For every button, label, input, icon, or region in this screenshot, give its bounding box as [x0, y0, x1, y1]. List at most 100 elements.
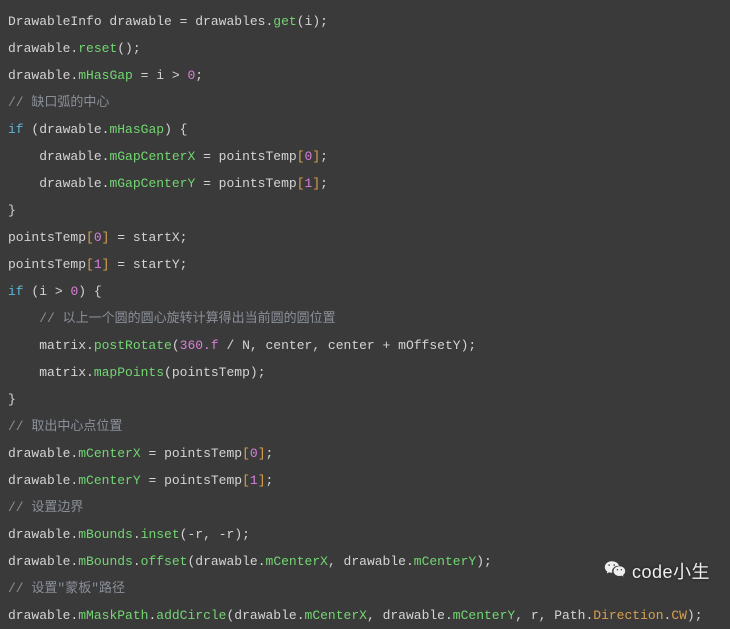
- code-token: ]: [312, 149, 320, 164]
- code-token: >: [55, 284, 71, 299]
- code-token: [: [242, 473, 250, 488]
- code-token: mOffsetY: [398, 338, 460, 353]
- code-token: drawable: [8, 446, 70, 461]
- code-token: [: [297, 149, 305, 164]
- code-token: pointsTemp: [164, 473, 242, 488]
- code-token: ;: [266, 473, 274, 488]
- code-token: DrawableInfo: [8, 14, 109, 29]
- code-token: 0: [94, 230, 102, 245]
- code-token: ): [78, 284, 86, 299]
- code-token: ;: [195, 68, 203, 83]
- watermark: code小生: [604, 559, 710, 586]
- code-token: ): [164, 122, 172, 137]
- code-token: ;: [242, 527, 250, 542]
- code-token: =: [109, 257, 132, 272]
- code-token: mBounds: [78, 527, 133, 542]
- code-token: pointsTemp: [219, 149, 297, 164]
- code-token: ,: [203, 527, 219, 542]
- code-token: ;: [258, 365, 266, 380]
- code-token: 360.f: [180, 338, 219, 353]
- code-token: ): [476, 554, 484, 569]
- code-line: drawable.mHasGap = i > 0;: [8, 62, 722, 89]
- code-line: pointsTemp[1] = startY;: [8, 251, 722, 278]
- code-token: 1: [250, 473, 258, 488]
- code-token: {: [86, 284, 102, 299]
- code-token: ): [312, 14, 320, 29]
- code-token: drawable: [8, 41, 70, 56]
- code-line: matrix.mapPoints(pointsTemp);: [8, 359, 722, 386]
- code-line: if (i > 0) {: [8, 278, 722, 305]
- code-token: pointsTemp: [8, 230, 86, 245]
- code-line: // 取出中心点位置: [8, 413, 722, 440]
- code-token: ,: [328, 554, 344, 569]
- code-line: drawable.mGapCenterX = pointsTemp[0];: [8, 143, 722, 170]
- code-token: .: [258, 554, 266, 569]
- code-token: drawable: [8, 527, 70, 542]
- code-token: ]: [312, 176, 320, 191]
- code-token: ;: [320, 176, 328, 191]
- code-token: .: [86, 365, 94, 380]
- code-token: pointsTemp: [164, 446, 242, 461]
- code-token: center: [266, 338, 313, 353]
- code-token: =: [195, 149, 218, 164]
- code-line: drawable.mCenterX = pointsTemp[0];: [8, 440, 722, 467]
- code-token: .: [86, 338, 94, 353]
- code-line: drawable.mMaskPath.addCircle(drawable.mC…: [8, 602, 722, 629]
- code-token: =: [180, 14, 196, 29]
- code-token: ,: [312, 338, 328, 353]
- code-token: ;: [133, 41, 141, 56]
- code-token: ): [250, 365, 258, 380]
- code-line: matrix.postRotate(360.f / N, center, cen…: [8, 332, 722, 359]
- code-token: postRotate: [94, 338, 172, 353]
- code-token: r: [195, 527, 203, 542]
- watermark-text: code小生: [632, 559, 710, 586]
- code-token: (: [172, 338, 180, 353]
- code-token: center: [328, 338, 383, 353]
- code-line: // 以上一个圆的圆心旋转计算得出当前圆的圆位置: [8, 305, 722, 332]
- code-token: mHasGap: [109, 122, 164, 137]
- code-token: drawable: [8, 554, 70, 569]
- code-token: [: [242, 446, 250, 461]
- code-token: startX: [133, 230, 180, 245]
- code-token: reset: [78, 41, 117, 56]
- code-token: >: [172, 68, 188, 83]
- code-token: mHasGap: [78, 68, 133, 83]
- wechat-icon: [604, 559, 626, 586]
- code-line: drawable.reset();: [8, 35, 722, 62]
- code-token: =: [133, 68, 156, 83]
- code-token: mCenterY: [78, 473, 140, 488]
- code-token: ;: [180, 257, 188, 272]
- code-token: mBounds: [78, 554, 133, 569]
- code-line: }: [8, 386, 722, 413]
- code-line: DrawableInfo drawable = drawables.get(i)…: [8, 8, 722, 35]
- code-token: drawable: [39, 122, 101, 137]
- code-token: (): [117, 41, 133, 56]
- code-token: i: [39, 284, 55, 299]
- code-token: mCenterX: [266, 554, 328, 569]
- code-token: 0: [250, 446, 258, 461]
- code-token: [: [86, 230, 94, 245]
- code-token: drawables: [195, 14, 265, 29]
- code-token: offset: [141, 554, 188, 569]
- code-token: -: [219, 527, 227, 542]
- code-token: .: [406, 554, 414, 569]
- code-token: =: [109, 230, 132, 245]
- code-token: drawable: [195, 554, 257, 569]
- code-block: DrawableInfo drawable = drawables.get(i)…: [8, 8, 722, 629]
- code-token: ): [234, 527, 242, 542]
- code-token: startY: [133, 257, 180, 272]
- code-token: {: [172, 122, 188, 137]
- code-token: (: [297, 14, 305, 29]
- code-token: pointsTemp: [219, 176, 297, 191]
- code-token: [: [86, 257, 94, 272]
- code-token: (: [24, 284, 40, 299]
- code-token: }: [8, 203, 16, 218]
- code-token: ;: [266, 446, 274, 461]
- code-token: drawable: [8, 473, 70, 488]
- code-token: }: [8, 392, 16, 407]
- code-line: if (drawable.mHasGap) {: [8, 116, 722, 143]
- code-token: drawable: [8, 68, 70, 83]
- code-token: matrix: [8, 338, 86, 353]
- code-line: drawable.mGapCenterY = pointsTemp[1];: [8, 170, 722, 197]
- code-token: mCenterX: [78, 446, 140, 461]
